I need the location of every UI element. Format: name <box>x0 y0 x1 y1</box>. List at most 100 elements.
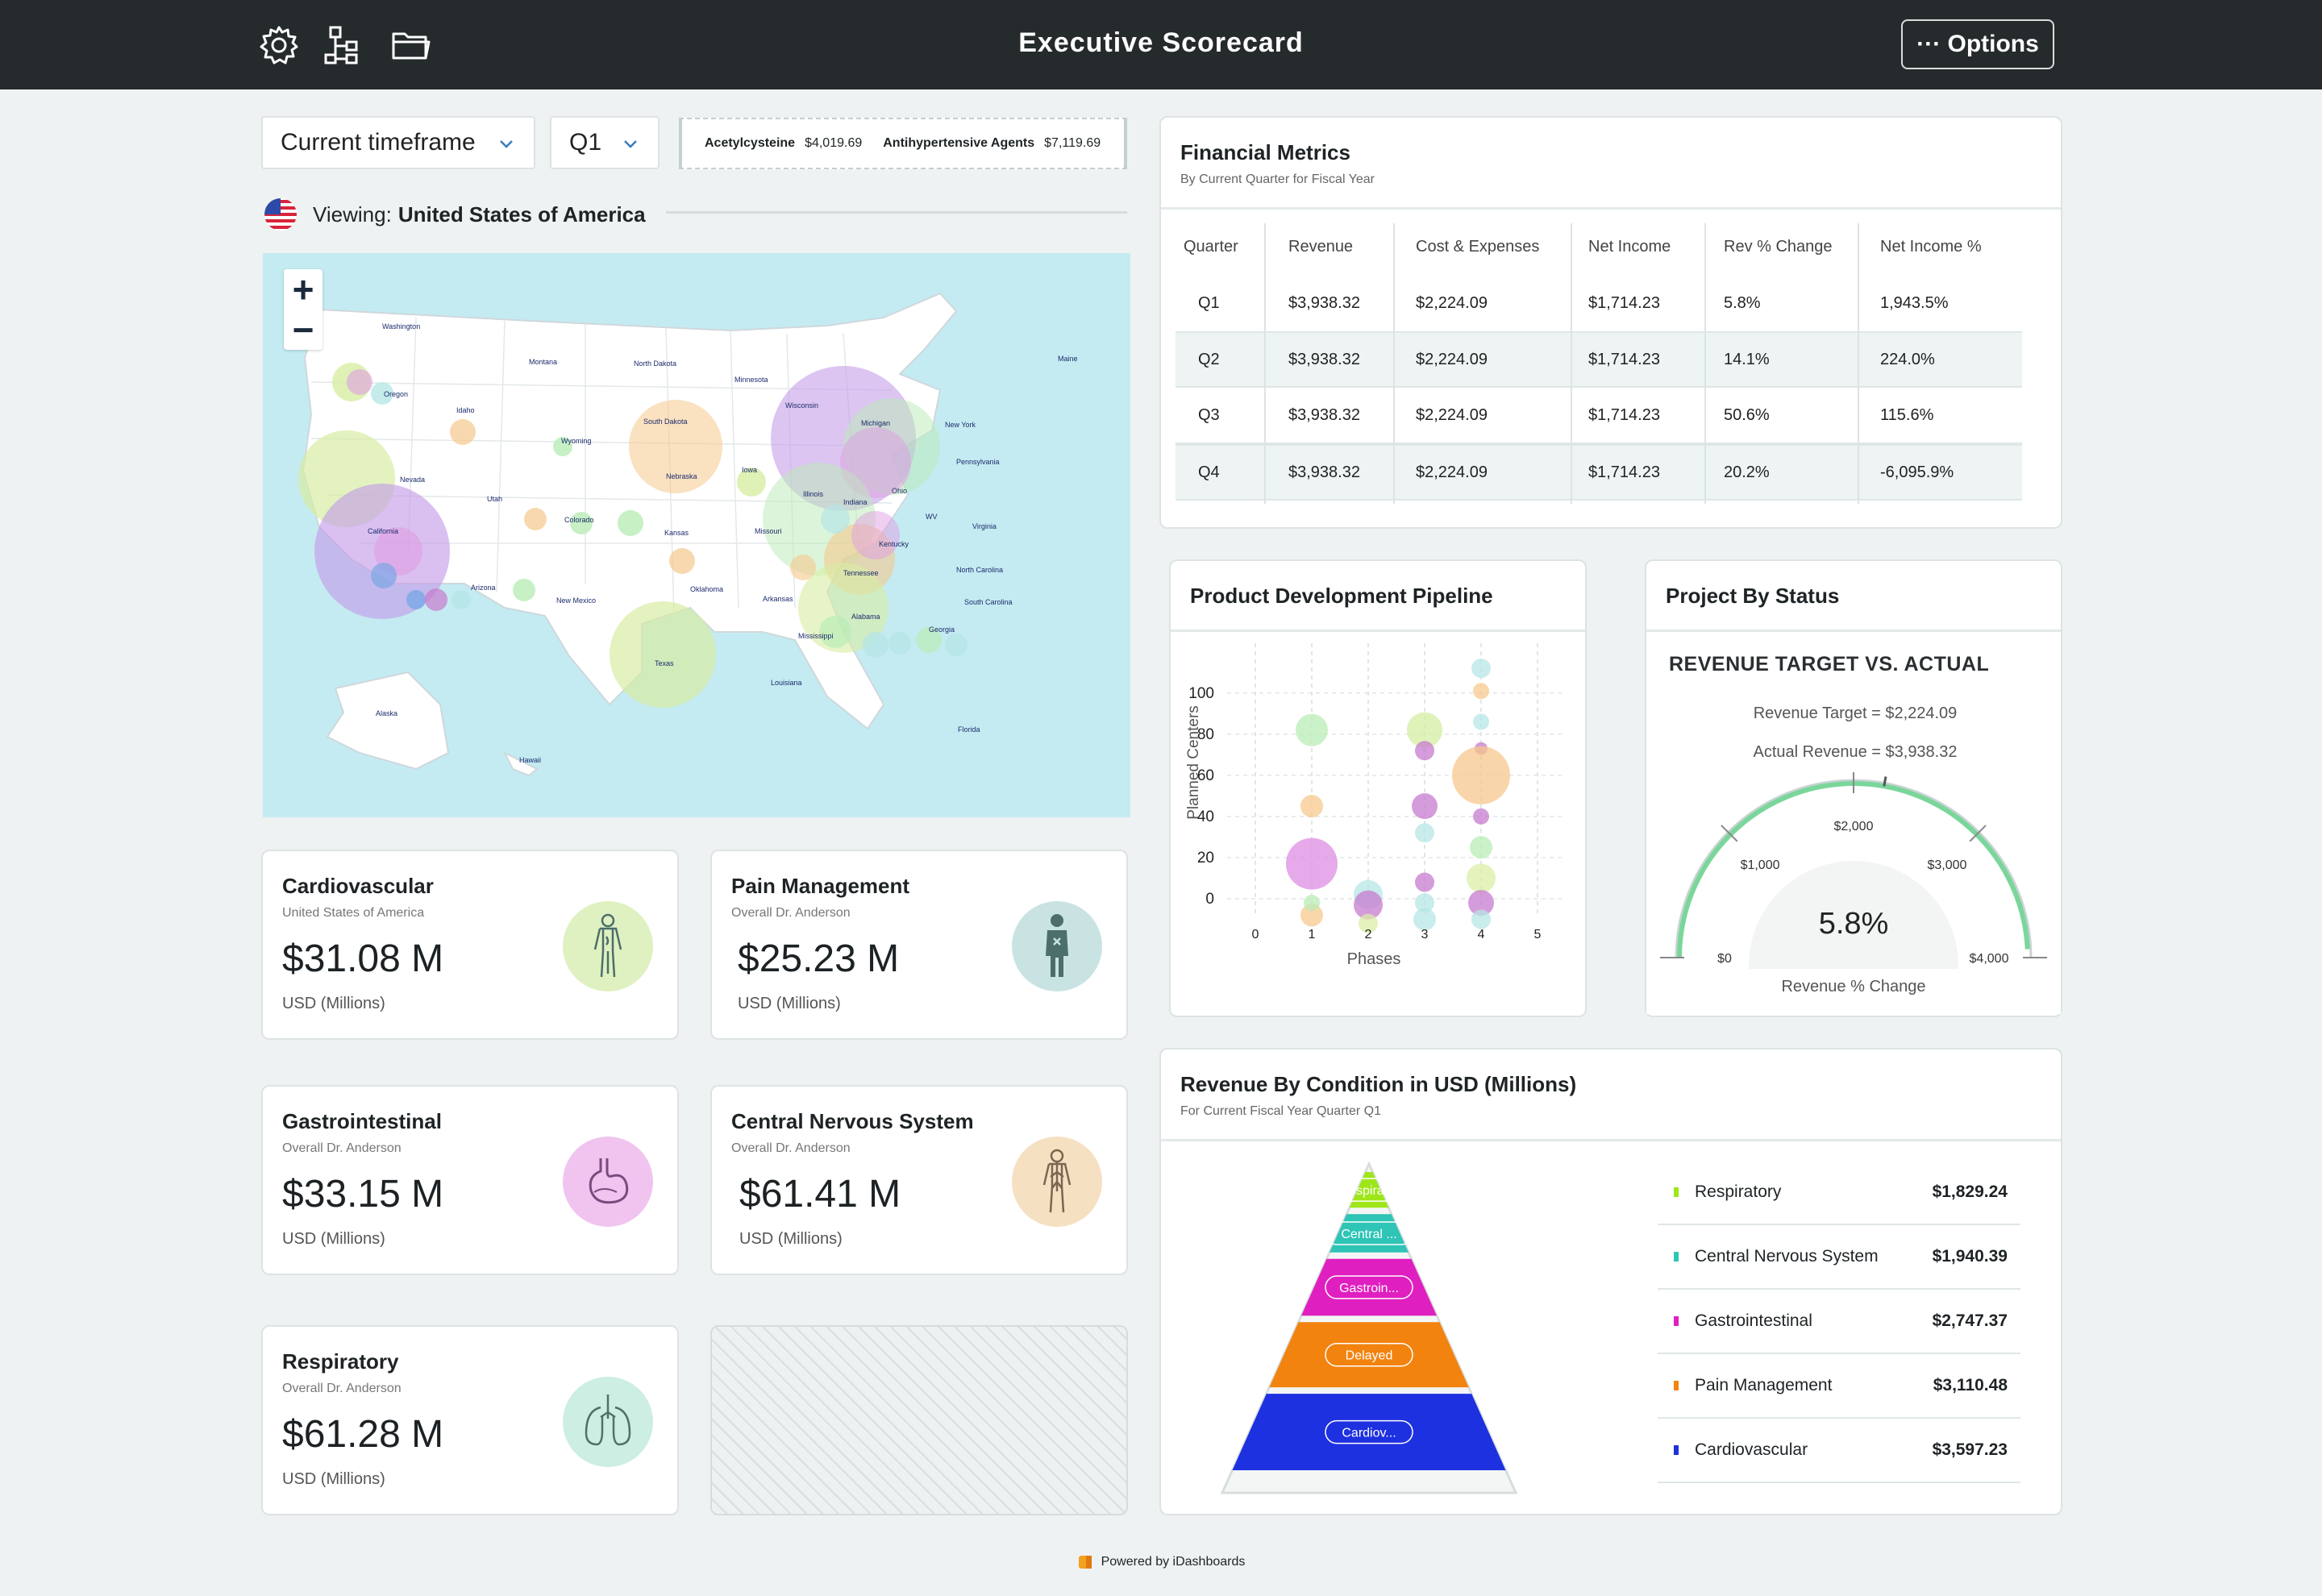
column-divider <box>1858 223 1859 504</box>
legend-label: Gastrointestinal <box>1695 1311 1812 1330</box>
scatter-point[interactable] <box>1473 683 1489 700</box>
x-tick-label: 0 <box>1252 928 1259 941</box>
scatter-point[interactable] <box>1286 837 1338 890</box>
column-divider <box>1393 223 1395 504</box>
map-state-label: Hawaii <box>519 756 542 764</box>
kpi-subtitle: Overall Dr. Anderson <box>731 1141 851 1155</box>
map-state-label: Maine <box>1058 355 1078 363</box>
quarter-select[interactable]: Q1 <box>550 116 660 169</box>
scatter-point[interactable] <box>1415 823 1434 843</box>
kpi-card-respiratory[interactable]: Respiratory Overall Dr. Anderson $61.28 … <box>261 1325 679 1515</box>
table-cell: 224.0% <box>1880 350 1935 368</box>
column-header: Net Income <box>1588 237 1671 256</box>
map-state-label: Texas <box>655 659 674 667</box>
scatter-point[interactable] <box>1452 746 1510 804</box>
ticker-item-value: $4,019.69 <box>805 136 863 150</box>
legend-value: $1,940.39 <box>1932 1247 2008 1266</box>
table-row[interactable]: Q2 $3,938.32 $2,224.09 $1,714.23 14.1% 2… <box>1176 331 2022 388</box>
options-button[interactable]: ··· Options <box>1901 19 2054 69</box>
revenue-target-text: Revenue Target = $2,224.09 <box>1753 704 1958 722</box>
column-divider <box>1571 223 1572 504</box>
timeframe-select[interactable]: Current timeframe <box>261 116 535 169</box>
scatter-point[interactable] <box>1473 713 1489 730</box>
kpi-title: Pain Management <box>731 874 910 898</box>
footer-text: Powered by iDashboards <box>1101 1555 1246 1569</box>
gauge-tick-label: $3,000 <box>1927 858 1966 872</box>
legend-row[interactable]: Respiratory $1,829.24 <box>1658 1161 2020 1225</box>
stomach-icon <box>563 1137 653 1227</box>
legend-row[interactable]: Pain Management $3,110.48 <box>1658 1354 2020 1419</box>
table-row[interactable]: Q3 $3,938.32 $2,224.09 $1,714.23 50.6% 1… <box>1176 388 2022 444</box>
scatter-point[interactable] <box>1300 795 1323 818</box>
chevron-down-icon <box>624 140 637 148</box>
table-cell: 5.8% <box>1724 293 1761 312</box>
kpi-value: $61.28 M <box>282 1413 444 1456</box>
y-tick-label: 100 <box>1188 685 1214 702</box>
map-state-label: Virginia <box>972 522 997 530</box>
nervous-system-icon <box>1012 1137 1102 1227</box>
kpi-unit: USD (Millions) <box>282 995 385 1012</box>
kpi-subtitle: Overall Dr. Anderson <box>282 1141 402 1155</box>
zoom-out-button[interactable]: − <box>284 310 322 350</box>
map-state-label: WV <box>926 513 938 521</box>
ticker-bar: Acetylcysteine $4,019.69 Antihypertensiv… <box>679 118 1127 169</box>
zoom-in-button[interactable]: + <box>284 269 322 310</box>
panel-title: Project By Status <box>1666 584 1840 608</box>
table-cell: $3,938.32 <box>1288 350 1360 368</box>
scatter-point[interactable] <box>1467 863 1496 893</box>
bubble-map[interactable]: Washington Montana North Dakota Minnesota Ma… <box>263 253 1130 817</box>
legend-swatch <box>1674 1381 1679 1390</box>
kpi-card-cardiovascular[interactable]: Cardiovascular United States of America … <box>261 850 679 1040</box>
map-state-label: Minnesota <box>734 376 768 384</box>
legend-value: $3,110.48 <box>1933 1376 2008 1394</box>
scatter-point[interactable] <box>1473 808 1489 825</box>
map-state-label: Michigan <box>861 419 891 427</box>
x-tick-label: 4 <box>1478 928 1485 941</box>
legend-row[interactable]: Cardiovascular $3,597.23 <box>1658 1419 2020 1483</box>
ticker-item-value: $7,119.69 <box>1044 136 1101 150</box>
legend-swatch <box>1674 1445 1679 1455</box>
kpi-card-pain-management[interactable]: Pain Management Overall Dr. Anderson $25… <box>710 850 1128 1040</box>
column-divider <box>1264 223 1266 504</box>
legend-row[interactable]: Central Nervous System $1,940.39 <box>1658 1225 2020 1290</box>
map-state-label: Idaho <box>456 406 475 414</box>
scatter-point[interactable] <box>1415 741 1434 761</box>
table-row[interactable]: Q1 $3,938.32 $2,224.09 $1,714.23 5.8% 1,… <box>1176 275 2045 331</box>
map-state-label: Iowa <box>742 466 758 474</box>
kpi-value: $31.08 M <box>282 937 444 980</box>
map-state-label: Arkansas <box>763 595 793 603</box>
table-cell: Q3 <box>1198 405 1220 424</box>
kpi-subtitle: United States of America <box>282 906 425 920</box>
table-header-row: Quarter Revenue Cost & Expenses Net Inco… <box>1176 218 2045 275</box>
x-tick-label: 1 <box>1309 928 1316 941</box>
scatter-point[interactable] <box>1471 659 1491 679</box>
scatter-point[interactable] <box>1470 836 1492 859</box>
body-figure-icon <box>563 901 653 991</box>
legend-swatch <box>1674 1187 1679 1197</box>
map-state-label: New York <box>945 421 976 429</box>
map-state-label: Wisconsin <box>785 401 819 409</box>
map-state-label: Utah <box>487 495 503 503</box>
lungs-icon <box>563 1377 653 1467</box>
zoom-control[interactable]: + − <box>284 269 322 350</box>
gauge-tick-label: $4,000 <box>1970 952 2009 966</box>
map-state-label: Illinois <box>803 490 824 498</box>
scatter-point[interactable] <box>1471 909 1491 929</box>
x-axis-label: Phases <box>1347 950 1401 968</box>
map-state-label: North Carolina <box>956 566 1004 574</box>
map-state-label: Alabama <box>851 613 880 621</box>
table-cell: $2,224.09 <box>1416 405 1488 424</box>
legend-row[interactable]: Gastrointestinal $2,747.37 <box>1658 1290 2020 1354</box>
kpi-card-gastrointestinal[interactable]: Gastrointestinal Overall Dr. Anderson $3… <box>261 1085 679 1275</box>
scatter-point[interactable] <box>1304 895 1320 912</box>
table-row[interactable]: Q4 $3,938.32 $2,224.09 $1,714.23 20.2% -… <box>1176 444 2022 501</box>
idashboards-logo-icon <box>1078 1556 1092 1569</box>
kpi-card-central-nervous-system[interactable]: Central Nervous System Overall Dr. Ander… <box>710 1085 1128 1275</box>
scatter-point[interactable] <box>1412 793 1438 820</box>
table-cell: $3,938.32 <box>1288 463 1360 481</box>
scatter-point[interactable] <box>1415 872 1434 892</box>
ticker-item-name: Antihypertensive Agents <box>883 136 1035 150</box>
quarter-value: Q1 <box>569 129 602 156</box>
scatter-point[interactable] <box>1296 713 1328 746</box>
map-state-label: Wyoming <box>561 437 592 445</box>
